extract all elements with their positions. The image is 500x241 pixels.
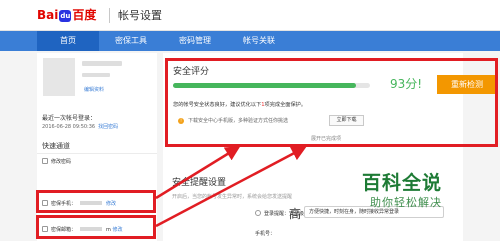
annotation-arrows <box>155 146 307 228</box>
arrow-email <box>155 146 307 228</box>
